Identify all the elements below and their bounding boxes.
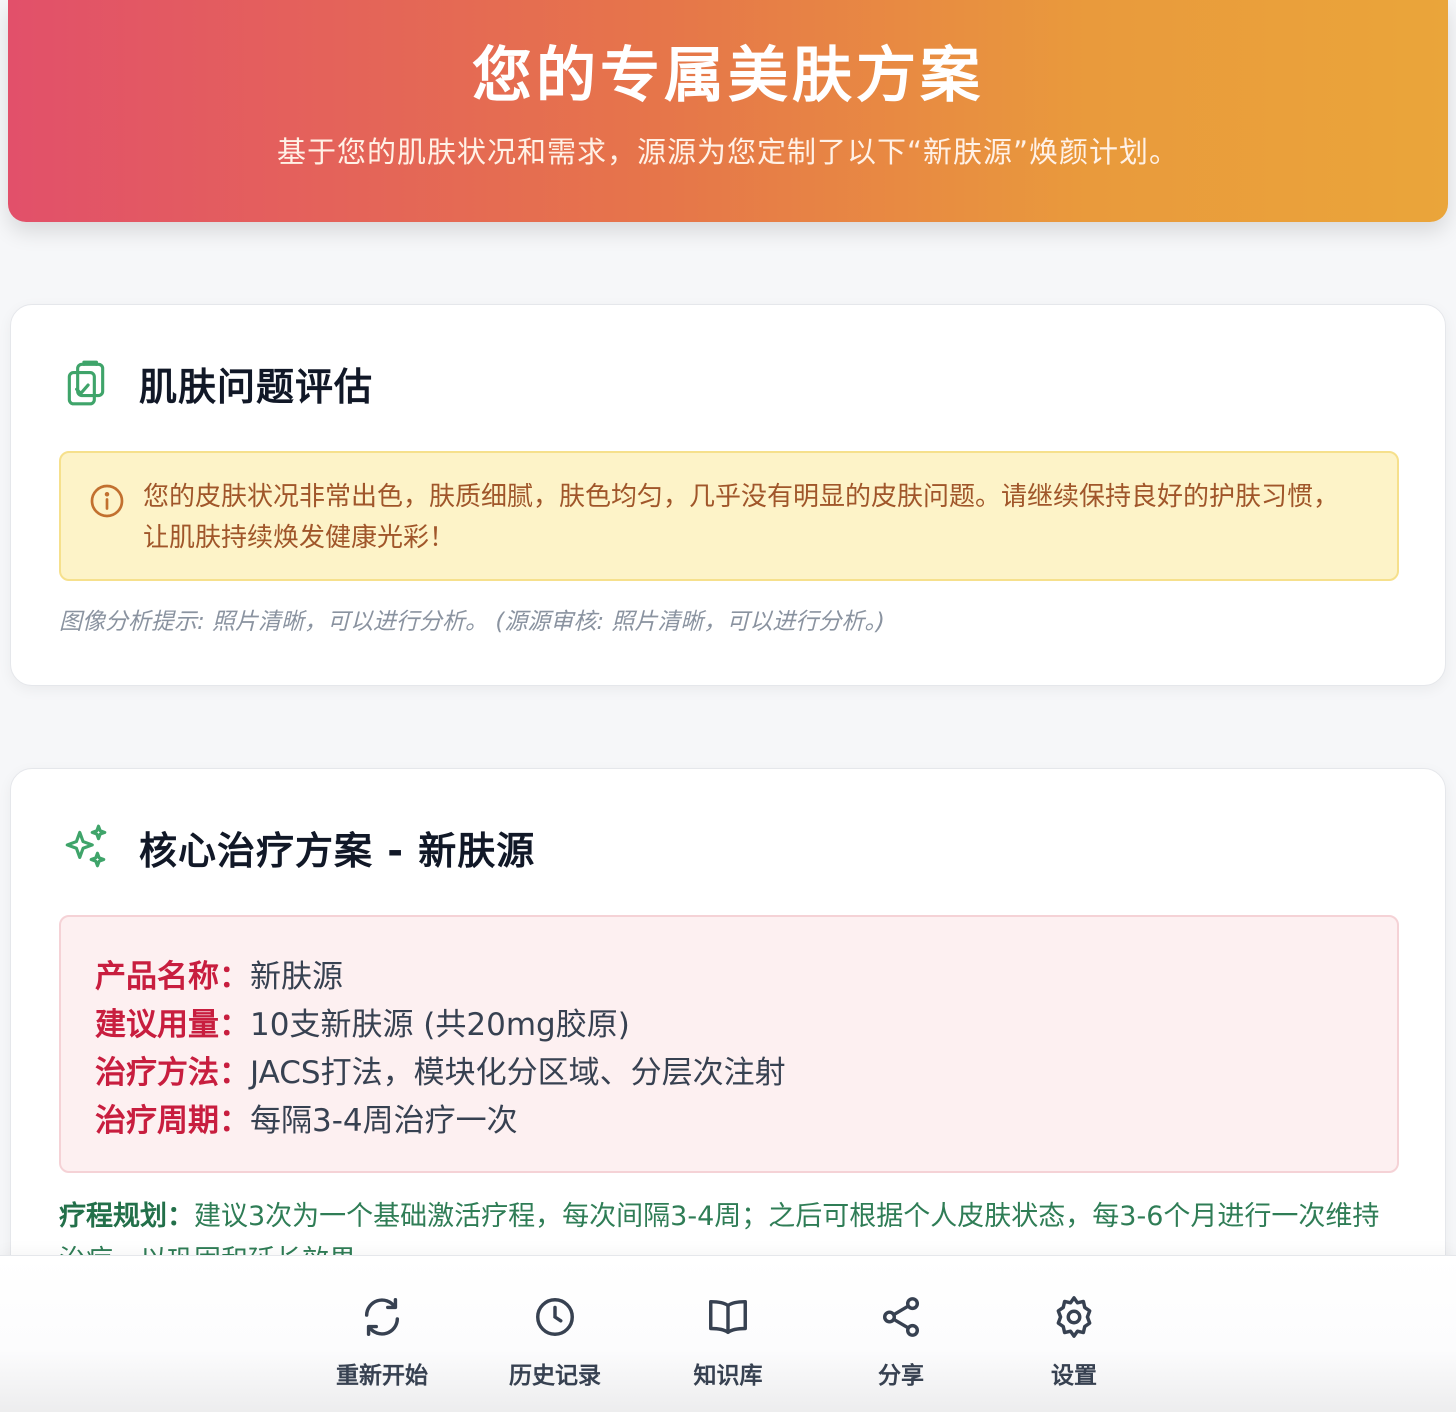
clock-icon	[536, 1298, 574, 1336]
card-header: 肌肤问题评估	[61, 353, 373, 413]
page-subtitle: 基于您的肌肤状况和需求，源源为您定制了以下“新肤源”焕颜计划。	[276, 135, 1180, 169]
image-analysis-note: 图像分析提示: 照片清晰，可以进行分析。 (源源审核: 照片清晰，可以进行分析。…	[59, 609, 885, 635]
clipboard-check-icon	[67, 360, 105, 406]
bottom-nav: 重新开始 历史记录 知识库 分享 设置	[0, 1255, 1456, 1412]
treatment-details: 产品名称：新肤源 建议用量：10支新肤源 (共20mg胶原) 治疗方法：JACS…	[59, 915, 1399, 1173]
assessment-alert: 您的皮肤状况非常出色，肤质细腻，肤色均匀，几乎没有明显的皮肤问题。请继续保持良好…	[59, 451, 1399, 581]
nav-history-button[interactable]: 历史记录	[495, 1294, 615, 1390]
skin-assessment-card: 肌肤问题评估 您的皮肤状况非常出色，肤质细腻，肤色均匀，几乎没有明显的皮肤问题。…	[10, 304, 1446, 686]
nav-restart-button[interactable]: 重新开始	[322, 1294, 442, 1390]
nav-knowledge-button[interactable]: 知识库	[668, 1294, 788, 1390]
detail-row-method: 治疗方法：JACS打法，模块化分区域、分层次注射	[95, 1055, 786, 1091]
detail-row-cycle: 治疗周期：每隔3-4周治疗一次	[95, 1103, 518, 1139]
alert-text: 您的皮肤状况非常出色，肤质细腻，肤色均匀，几乎没有明显的皮肤问题。请继续保持良好…	[143, 482, 1340, 553]
info-icon	[90, 484, 124, 518]
detail-row-dosage: 建议用量：10支新肤源 (共20mg胶原)	[95, 1007, 630, 1043]
gear-icon	[1056, 1296, 1092, 1338]
nav-share-button[interactable]: 分享	[841, 1294, 961, 1390]
book-icon	[709, 1299, 747, 1335]
nav-settings-button[interactable]: 设置	[1014, 1294, 1134, 1390]
card-title: 核心治疗方案 - 新肤源	[139, 828, 536, 873]
detail-row-product: 产品名称：新肤源	[95, 959, 343, 995]
header-banner: 您的专属美肤方案 基于您的肌肤状况和需求，源源为您定制了以下“新肤源”焕颜计划。	[8, 0, 1448, 222]
sparkles-icon	[65, 824, 107, 868]
refresh-icon	[364, 1298, 400, 1336]
page-title: 您的专属美肤方案	[472, 41, 984, 111]
card-header: 核心治疗方案 - 新肤源	[61, 817, 535, 877]
share-icon	[882, 1297, 920, 1337]
card-title: 肌肤问题评估	[139, 364, 374, 409]
